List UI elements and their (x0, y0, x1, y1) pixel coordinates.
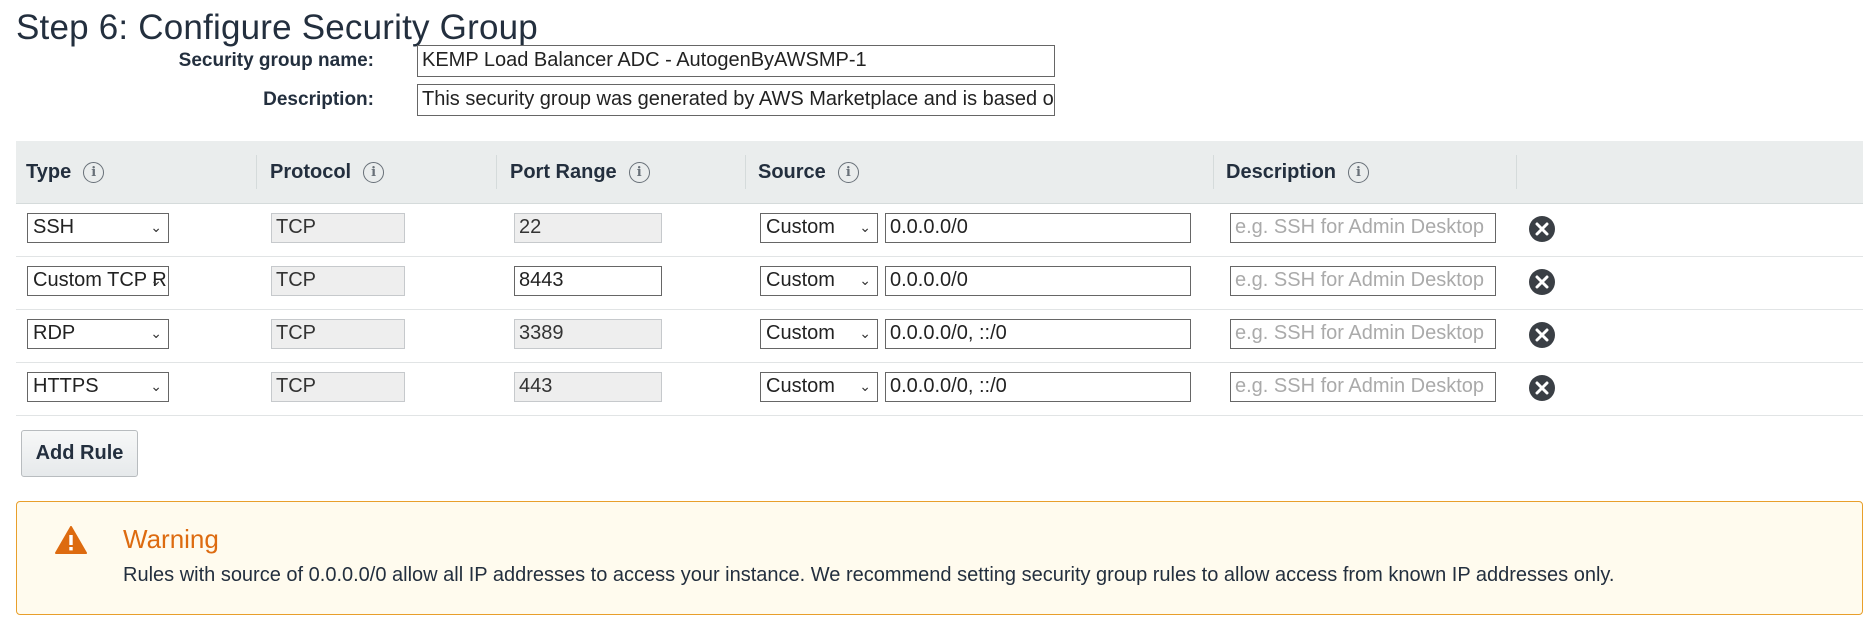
remove-rule-button[interactable] (1529, 269, 1555, 295)
source-type-value: Custom (766, 269, 835, 291)
header-protocol-label: Protocol (270, 160, 352, 183)
source-type-select[interactable]: Custom ⌄ (760, 266, 878, 296)
protocol-field: TCP (271, 213, 405, 243)
table-header: Type i Protocol i Port Range i Source i … (16, 141, 1863, 204)
source-cidr-input[interactable]: 0.0.0.0/0 (885, 213, 1191, 243)
chevron-down-icon: ⌄ (150, 378, 162, 394)
type-select[interactable]: HTTPS ⌄ (27, 372, 169, 402)
info-icon[interactable]: i (363, 161, 385, 183)
add-rule-button[interactable]: Add Rule (21, 430, 138, 477)
type-select-value: HTTPS (33, 375, 99, 397)
security-group-description-input[interactable]: This security group was generated by AWS… (417, 84, 1055, 116)
page-title: Step 6: Configure Security Group (16, 8, 538, 47)
header-source: Source i (758, 141, 859, 203)
source-cidr-input[interactable]: 0.0.0.0/0, ::/0 (885, 319, 1191, 349)
type-select-value: SSH (33, 216, 75, 238)
port-range-input[interactable]: 8443 (514, 266, 662, 296)
info-icon[interactable]: i (1348, 161, 1370, 183)
column-divider (1213, 155, 1214, 189)
remove-rule-button[interactable] (1529, 216, 1555, 242)
header-port-range-label: Port Range (510, 160, 617, 183)
header-description: Description i (1226, 141, 1370, 203)
type-select-value: Custom TCP R (33, 269, 167, 291)
rule-description-input[interactable]: e.g. SSH for Admin Desktop (1230, 266, 1496, 296)
security-group-name-input[interactable]: KEMP Load Balancer ADC - AutogenByAWSMP-… (417, 45, 1055, 77)
remove-circle-icon (1535, 381, 1549, 395)
column-divider (745, 155, 746, 189)
type-select[interactable]: RDP ⌄ (27, 319, 169, 349)
remove-rule-button[interactable] (1529, 322, 1555, 348)
protocol-field: TCP (271, 266, 405, 296)
security-group-name-label: Security group name: (178, 50, 374, 71)
info-icon[interactable]: i (628, 161, 650, 183)
header-source-label: Source (758, 160, 826, 183)
info-icon[interactable]: i (837, 161, 859, 183)
column-divider (1516, 155, 1517, 189)
port-range-field: 443 (514, 372, 662, 402)
chevron-down-icon: ⌄ (150, 272, 162, 288)
remove-rule-button[interactable] (1529, 375, 1555, 401)
header-type: Type i (26, 141, 105, 203)
warning-alert: Warning Rules with source of 0.0.0.0/0 a… (16, 501, 1863, 615)
source-type-value: Custom (766, 322, 835, 344)
rule-description-input[interactable]: e.g. SSH for Admin Desktop (1230, 319, 1496, 349)
chevron-down-icon: ⌄ (859, 378, 871, 394)
table-row: HTTPS ⌄ TCP 443 Custom ⌄ 0.0.0.0/0, ::/0… (16, 362, 1863, 416)
security-rules-table: Type i Protocol i Port Range i Source i … (16, 141, 1863, 418)
port-range-field: 22 (514, 213, 662, 243)
rule-description-input[interactable]: e.g. SSH for Admin Desktop (1230, 372, 1496, 402)
security-group-description-label: Description: (263, 89, 374, 110)
header-protocol: Protocol i (270, 141, 385, 203)
protocol-field: TCP (271, 319, 405, 349)
header-type-label: Type (26, 160, 72, 183)
remove-circle-icon (1535, 328, 1549, 342)
chevron-down-icon: ⌄ (150, 325, 162, 341)
column-divider (256, 155, 257, 189)
type-select-value: RDP (33, 322, 76, 344)
chevron-down-icon: ⌄ (859, 272, 871, 288)
column-divider (496, 155, 497, 189)
rule-description-input[interactable]: e.g. SSH for Admin Desktop (1230, 213, 1496, 243)
source-type-select[interactable]: Custom ⌄ (760, 319, 878, 349)
source-type-select[interactable]: Custom ⌄ (760, 372, 878, 402)
source-type-value: Custom (766, 375, 835, 397)
type-select[interactable]: Custom TCP R ⌄ (27, 266, 169, 296)
source-type-value: Custom (766, 216, 835, 238)
port-range-field: 3389 (514, 319, 662, 349)
source-cidr-input[interactable]: 0.0.0.0/0 (885, 266, 1191, 296)
header-description-label: Description (1226, 160, 1337, 183)
warning-title: Warning (123, 524, 219, 554)
source-cidr-input[interactable]: 0.0.0.0/0, ::/0 (885, 372, 1191, 402)
protocol-field: TCP (271, 372, 405, 402)
remove-circle-icon (1535, 275, 1549, 289)
remove-circle-icon (1535, 222, 1549, 236)
warning-message: Rules with source of 0.0.0.0/0 allow all… (123, 564, 1615, 586)
source-type-select[interactable]: Custom ⌄ (760, 213, 878, 243)
chevron-down-icon: ⌄ (859, 219, 871, 235)
table-row: Custom TCP R ⌄ TCP 8443 Custom ⌄ 0.0.0.0… (16, 256, 1863, 310)
type-select[interactable]: SSH ⌄ (27, 213, 169, 243)
header-port-range: Port Range i (510, 141, 650, 203)
chevron-down-icon: ⌄ (859, 325, 871, 341)
warning-triangle-icon (55, 526, 87, 554)
table-row: RDP ⌄ TCP 3389 Custom ⌄ 0.0.0.0/0, ::/0 … (16, 309, 1863, 363)
info-icon[interactable]: i (83, 161, 105, 183)
table-row: SSH ⌄ TCP 22 Custom ⌄ 0.0.0.0/0 e.g. SSH… (16, 203, 1863, 257)
chevron-down-icon: ⌄ (150, 219, 162, 235)
